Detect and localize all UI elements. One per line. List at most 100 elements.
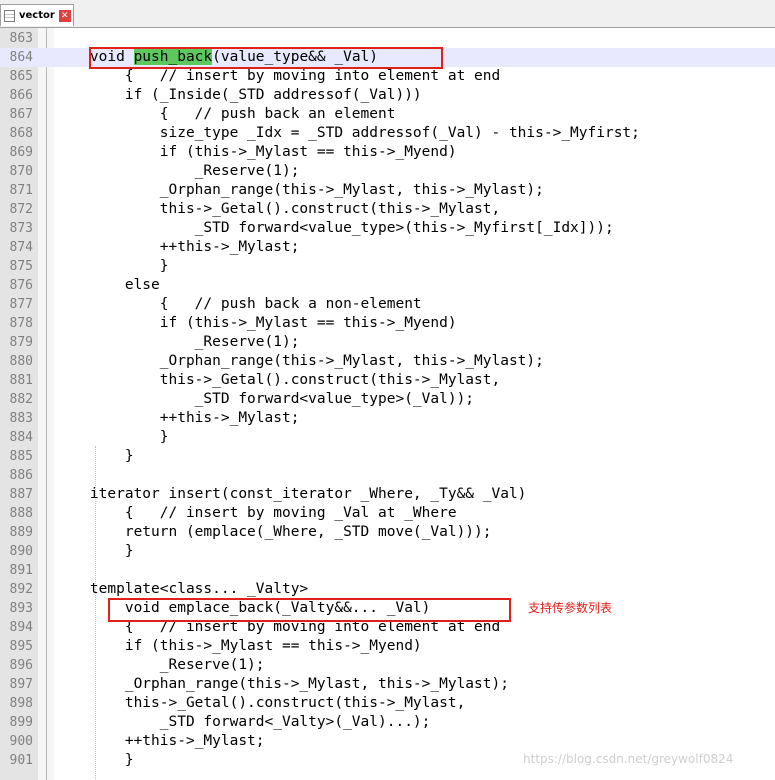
line-number: 886 xyxy=(9,468,33,483)
line-number: 893 xyxy=(9,601,33,616)
line-number: 880 xyxy=(9,354,33,369)
watermark: https://blog.csdn.net/greywolf0824 xyxy=(523,752,734,766)
code-text: _Orphan_range(this->_Mylast, this->_Myla… xyxy=(55,676,509,692)
document-icon xyxy=(4,9,15,22)
code-line[interactable]: 874 ++this->_Mylast; xyxy=(0,238,775,257)
code-text: { // insert by moving _Val at _Where xyxy=(55,505,457,521)
code-line[interactable]: 877 { // push back a non-element xyxy=(0,295,775,314)
line-number: 872 xyxy=(9,202,33,217)
code-line[interactable]: 892 template<class... _Valty> xyxy=(0,580,775,599)
line-number: 875 xyxy=(9,259,33,274)
code-text: { // push back an element xyxy=(55,106,396,122)
close-icon[interactable]: ✕ xyxy=(58,9,71,22)
code-line[interactable]: 888 { // insert by moving _Val at _Where xyxy=(0,504,775,523)
code-text: return (emplace(_Where, _STD move(_Val))… xyxy=(55,524,492,540)
code-line[interactable]: 890 } xyxy=(0,542,775,561)
code-text: } xyxy=(55,429,169,445)
line-number: 882 xyxy=(9,392,33,407)
line-number: 888 xyxy=(9,506,33,521)
code-line[interactable]: 866 if (_Inside(_STD addressof(_Val))) xyxy=(0,86,775,105)
line-number: 894 xyxy=(9,620,33,635)
code-line[interactable]: 876 else xyxy=(0,276,775,295)
line-number: 869 xyxy=(9,145,33,160)
line-number: 889 xyxy=(9,525,33,540)
code-line[interactable]: 879 _Reserve(1); xyxy=(0,333,775,352)
code-line[interactable]: 880 _Orphan_range(this->_Mylast, this->_… xyxy=(0,352,775,371)
code-text: _Orphan_range(this->_Mylast, this->_Myla… xyxy=(55,353,544,369)
code-line[interactable]: 871 _Orphan_range(this->_Mylast, this->_… xyxy=(0,181,775,200)
line-number: 884 xyxy=(9,430,33,445)
code-line[interactable]: 900 ++this->_Mylast; xyxy=(0,732,775,751)
code-line[interactable]: 872 this->_Getal().construct(this->_Myla… xyxy=(0,200,775,219)
code-text: _STD forward<value_type>(_Val)); xyxy=(55,391,475,407)
line-number: 896 xyxy=(9,658,33,673)
code-text: this->_Getal().construct(this->_Mylast, xyxy=(55,372,501,388)
code-text: } xyxy=(55,752,134,768)
code-text: _Orphan_range(this->_Mylast, this->_Myla… xyxy=(55,182,544,198)
line-number: 885 xyxy=(9,449,33,464)
code-editor[interactable]: 863 864 void push_back(value_type&& _Val)… xyxy=(0,28,775,780)
code-text: _Reserve(1); xyxy=(55,657,265,673)
code-line[interactable]: 897 _Orphan_range(this->_Mylast, this->_… xyxy=(0,675,775,694)
code-text: if (this->_Mylast == this->_Myend) xyxy=(55,638,422,654)
code-line[interactable]: 868 size_type _Idx = _STD addressof(_Val… xyxy=(0,124,775,143)
code-line[interactable]: 873 _STD forward<value_type>(this->_Myfi… xyxy=(0,219,775,238)
line-number: 883 xyxy=(9,411,33,426)
code-line[interactable]: 899 _STD forward<_Valty>(_Val)...); xyxy=(0,713,775,732)
line-number: 873 xyxy=(9,221,33,236)
code-line[interactable]: 884 } xyxy=(0,428,775,447)
line-number: 878 xyxy=(9,316,33,331)
code-text: _Reserve(1); xyxy=(55,334,300,350)
code-line[interactable]: 898 this->_Getal().construct(this->_Myla… xyxy=(0,694,775,713)
code-text: this->_Getal().construct(this->_Mylast, xyxy=(55,695,466,711)
code-text: { // push back a non-element xyxy=(55,296,422,312)
line-number: 892 xyxy=(9,582,33,597)
line-number: 870 xyxy=(9,164,33,179)
code-line[interactable]: 889 return (emplace(_Where, _STD move(_V… xyxy=(0,523,775,542)
line-number: 868 xyxy=(9,126,33,141)
code-text: template<class... _Valty> xyxy=(55,581,309,597)
line-number: 874 xyxy=(9,240,33,255)
tab-vector[interactable]: vector ✕ xyxy=(0,4,74,26)
code-line[interactable]: 869 if (this->_Mylast == this->_Myend) xyxy=(0,143,775,162)
line-number: 863 xyxy=(9,31,33,46)
line-number: 866 xyxy=(9,88,33,103)
code-line[interactable]: 867 { // push back an element xyxy=(0,105,775,124)
code-text: _STD forward<value_type>(this->_Myfirst[… xyxy=(55,220,614,236)
line-number: 879 xyxy=(9,335,33,350)
line-number: 899 xyxy=(9,715,33,730)
code-text: ++this->_Mylast; xyxy=(55,239,300,255)
code-line[interactable]: 886 xyxy=(0,466,775,485)
line-number: 876 xyxy=(9,278,33,293)
code-text: else xyxy=(55,277,160,293)
emplace-back-annotation-box xyxy=(108,598,511,622)
code-text: ++this->_Mylast; xyxy=(55,410,300,426)
line-number: 895 xyxy=(9,639,33,654)
code-line[interactable]: 896 _Reserve(1); xyxy=(0,656,775,675)
line-number: 897 xyxy=(9,677,33,692)
code-text: } xyxy=(55,543,134,559)
code-line[interactable]: 878 if (this->_Mylast == this->_Myend) xyxy=(0,314,775,333)
code-text: _Reserve(1); xyxy=(55,163,300,179)
code-line[interactable]: 895 if (this->_Mylast == this->_Myend) xyxy=(0,637,775,656)
code-line[interactable]: 881 this->_Getal().construct(this->_Myla… xyxy=(0,371,775,390)
code-line[interactable]: 882 _STD forward<value_type>(_Val)); xyxy=(0,390,775,409)
line-number: 864 xyxy=(9,50,33,65)
line-number: 865 xyxy=(9,69,33,84)
code-text: iterator insert(const_iterator _Where, _… xyxy=(55,486,527,502)
code-line[interactable]: 865 { // insert by moving into element a… xyxy=(0,67,775,86)
code-text: { // insert by moving into element at en… xyxy=(55,68,501,84)
annotation-note: 支持传参数列表 xyxy=(528,601,613,615)
tab-label: vector xyxy=(19,10,55,21)
code-line[interactable]: 891 xyxy=(0,561,775,580)
code-line[interactable]: 887 iterator insert(const_iterator _Wher… xyxy=(0,485,775,504)
code-text: if (this->_Mylast == this->_Myend) xyxy=(55,144,457,160)
tab-bar: vector ✕ xyxy=(0,0,775,28)
line-number: 871 xyxy=(9,183,33,198)
code-line[interactable]: 883 ++this->_Mylast; xyxy=(0,409,775,428)
line-number: 887 xyxy=(9,487,33,502)
code-line[interactable]: 863 xyxy=(0,29,775,48)
code-line[interactable]: 875 } xyxy=(0,257,775,276)
code-line[interactable]: 870 _Reserve(1); xyxy=(0,162,775,181)
code-line[interactable]: 885 } xyxy=(0,447,775,466)
